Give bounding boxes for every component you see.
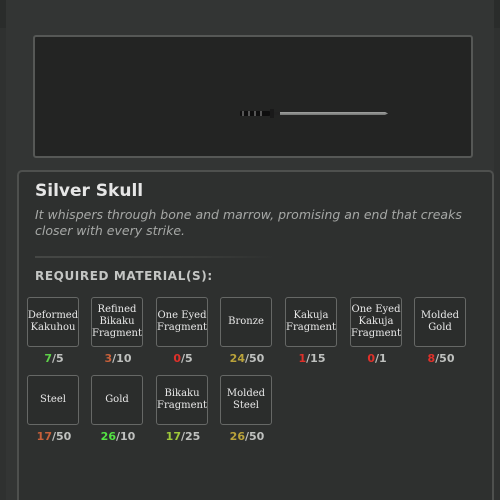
material-name: Refined Bikaku Fragment	[91, 297, 143, 347]
material-one-eyed-fragment[interactable]: One Eyed Fragment 0/5	[156, 297, 210, 365]
material-count: 0/1	[350, 352, 404, 365]
item-title: Silver Skull	[35, 181, 144, 201]
material-name: One Eyed Kakuja Fragment	[350, 297, 402, 347]
material-steel[interactable]: Steel 17/50	[27, 375, 81, 443]
material-molded-gold[interactable]: Molded Gold 8/50	[414, 297, 468, 365]
material-gold[interactable]: Gold 26/10	[91, 375, 145, 443]
material-name: Molded Gold	[414, 297, 466, 347]
material-need: /1	[374, 352, 387, 365]
material-name: One Eyed Fragment	[156, 297, 208, 347]
material-name: Kakuja Fragment	[285, 297, 337, 347]
material-have: 0	[367, 352, 375, 365]
material-count: 24/50	[220, 352, 274, 365]
material-have: 3	[104, 352, 113, 365]
material-count: 26/10	[91, 430, 145, 443]
material-deformed-kakuhou[interactable]: Deformed Kakuhou 7/5	[27, 297, 81, 365]
material-refined-bikaku-fragment[interactable]: Refined Bikaku Fragment 3/10	[91, 297, 145, 365]
material-name: Bronze	[220, 297, 272, 347]
material-have: 24	[229, 352, 245, 365]
item-description: It whispers through bone and marrow, pro…	[35, 207, 462, 238]
material-count: 8/50	[414, 352, 468, 365]
required-materials-label: REQUIRED MATERIAL(S):	[35, 269, 213, 283]
material-need: /10	[112, 352, 132, 365]
material-molded-steel[interactable]: Molded Steel 26/50	[220, 375, 274, 443]
material-count: 17/25	[156, 430, 210, 443]
material-need: /15	[306, 352, 326, 365]
material-count: 17/50	[27, 430, 81, 443]
material-one-eyed-kakuja-fragment[interactable]: One Eyed Kakuja Fragment 0/1	[350, 297, 404, 365]
material-bikaku-fragment[interactable]: Bikaku Fragment 17/25	[156, 375, 210, 443]
material-have: 8	[427, 352, 436, 365]
material-have: 17	[36, 430, 52, 443]
material-count: 7/5	[27, 352, 81, 365]
material-need: /5	[180, 352, 193, 365]
item-preview	[33, 35, 473, 158]
material-have: 26	[229, 430, 245, 443]
material-need: /50	[244, 352, 265, 365]
material-have: 26	[100, 430, 116, 443]
material-name: Bikaku Fragment	[156, 375, 208, 425]
material-need: /50	[435, 352, 455, 365]
material-need: /50	[51, 430, 72, 443]
material-need: /25	[180, 430, 201, 443]
material-name: Gold	[91, 375, 143, 425]
material-count: 1/15	[285, 352, 339, 365]
material-have: 17	[165, 430, 181, 443]
material-have: 1	[298, 352, 307, 365]
material-name: Steel	[27, 375, 79, 425]
sword-icon	[240, 109, 388, 118]
material-count: 26/50	[220, 430, 274, 443]
material-count: 0/5	[156, 352, 210, 365]
material-need: /5	[51, 352, 64, 365]
material-name: Deformed Kakuhou	[27, 297, 79, 347]
material-need: /50	[244, 430, 265, 443]
material-have: 0	[173, 352, 181, 365]
material-bronze[interactable]: Bronze 24/50	[220, 297, 274, 365]
divider	[35, 256, 275, 258]
material-have: 7	[44, 352, 52, 365]
material-count: 3/10	[91, 352, 145, 365]
material-name: Molded Steel	[220, 375, 272, 425]
material-kakuja-fragment[interactable]: Kakuja Fragment 1/15	[285, 297, 339, 365]
material-need: /10	[115, 430, 136, 443]
